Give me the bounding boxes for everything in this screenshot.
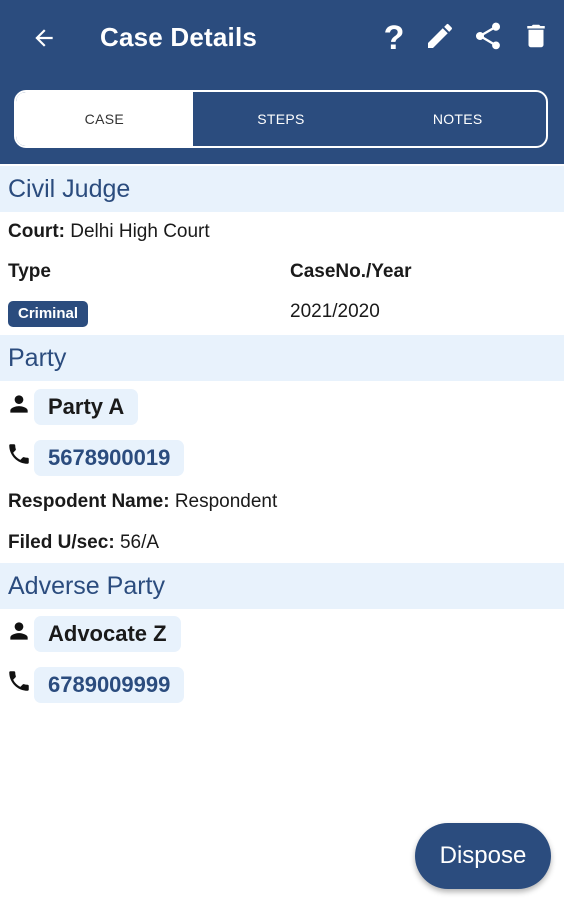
court-field: Court: Delhi High Court bbox=[8, 221, 210, 243]
tab-case[interactable]: CASE bbox=[16, 92, 193, 146]
back-button[interactable] bbox=[22, 18, 66, 62]
delete-button[interactable] bbox=[514, 16, 558, 60]
court-label: Court: bbox=[8, 221, 65, 242]
caseno-label-text: CaseNo./Year bbox=[290, 261, 412, 282]
case-type-badge: Criminal bbox=[8, 301, 89, 327]
caseno-label: CaseNo./Year bbox=[290, 261, 411, 283]
dispose-button[interactable]: Dispose bbox=[415, 823, 551, 889]
type-label-text: Type bbox=[8, 261, 51, 282]
respondent-label: Respodent Name: bbox=[8, 491, 170, 512]
tab-notes[interactable]: NOTES bbox=[369, 92, 546, 146]
adverse-phone-chip[interactable]: 6789009999 bbox=[34, 667, 185, 703]
filed-label: Filed U/sec: bbox=[8, 532, 115, 553]
arrow-left-icon bbox=[31, 25, 57, 56]
trash-icon bbox=[521, 20, 551, 57]
person-icon bbox=[6, 618, 32, 644]
phone-icon bbox=[6, 441, 32, 467]
share-button[interactable] bbox=[466, 16, 510, 60]
tab-steps[interactable]: STEPS bbox=[193, 92, 370, 146]
filed-value: 56/A bbox=[119, 532, 160, 553]
top-app-bar: Case Details ? bbox=[0, 0, 564, 78]
app-header: Case Details ? CASE STEPS NOTES bbox=[0, 0, 564, 164]
pencil-icon bbox=[424, 20, 456, 57]
help-button[interactable]: ? bbox=[372, 16, 416, 60]
caseno-value: 2021/2020 bbox=[290, 301, 380, 322]
person-icon bbox=[6, 391, 32, 417]
section-header-court: Civil Judge bbox=[0, 166, 564, 212]
party-name-chip: Party A bbox=[34, 389, 139, 425]
share-icon bbox=[472, 20, 504, 57]
respondent-value: Respondent bbox=[174, 491, 278, 512]
edit-button[interactable] bbox=[418, 16, 462, 60]
court-value: Delhi High Court bbox=[70, 221, 210, 242]
phone-icon bbox=[6, 668, 32, 694]
type-label: Type bbox=[8, 261, 51, 283]
filed-field: Filed U/sec: 56/A bbox=[8, 532, 159, 554]
help-icon: ? bbox=[383, 19, 405, 57]
respondent-field: Respodent Name: Respondent bbox=[8, 491, 277, 513]
tab-bar: CASE STEPS NOTES bbox=[14, 90, 548, 148]
page-title: Case Details bbox=[100, 22, 258, 52]
adverse-name-chip: Advocate Z bbox=[34, 616, 181, 652]
section-header-adverse-party: Adverse Party bbox=[0, 563, 564, 609]
section-header-party: Party bbox=[0, 335, 564, 381]
party-phone-chip[interactable]: 5678900019 bbox=[34, 440, 185, 476]
